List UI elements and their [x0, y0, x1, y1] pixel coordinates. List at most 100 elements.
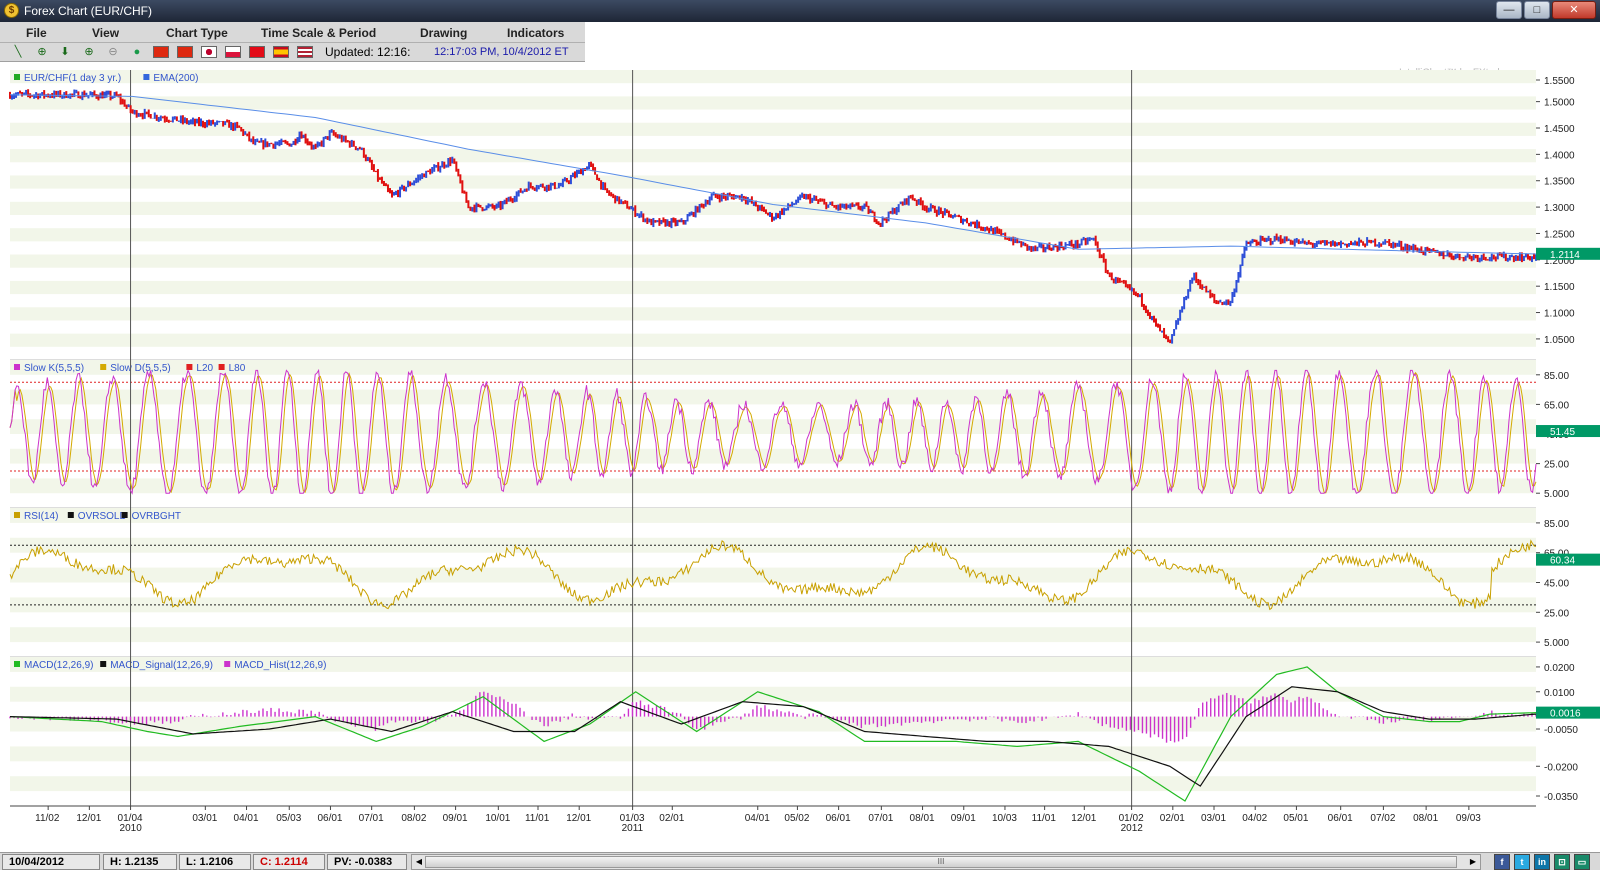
legend-swatch [218, 364, 225, 370]
grid-band [10, 70, 1536, 84]
legend-swatch [186, 364, 193, 370]
arrow-down-icon[interactable]: ⬇ [58, 45, 72, 59]
legend-swatch [224, 661, 231, 667]
x-tick-label: 10/03 [992, 813, 1017, 824]
x-tick-label: 05/02 [784, 813, 809, 824]
status-date: 10/04/2012 [2, 854, 100, 870]
legend-entry: RSI(14) [24, 511, 58, 522]
legend-entry: EUR/CHF(1 day 3 yr.) [24, 73, 121, 84]
y-tick-label: 5.000 [1544, 638, 1569, 649]
grid-band [10, 201, 1536, 215]
menu-time-scale[interactable]: Time Scale & Period [261, 26, 376, 40]
zoom-in-icon[interactable]: ⊕ [82, 45, 96, 59]
y-tick-label: -0.0200 [1544, 762, 1578, 773]
status-low: L: 1.2106 [179, 854, 251, 870]
scroll-right-icon[interactable]: ▶ [1466, 855, 1480, 869]
grid-band [10, 149, 1536, 163]
flag-turkey-icon[interactable] [249, 46, 265, 58]
status-bar: 10/04/2012 H: 1.2135 L: 1.2106 C: 1.2114… [0, 852, 1600, 870]
x-tick-label: 11/02 [35, 813, 60, 824]
y-tick-label: 85.00 [1544, 371, 1569, 382]
flag-japan-icon[interactable] [201, 46, 217, 58]
x-year-label: 2012 [1121, 823, 1144, 834]
y-tick-label: 25.00 [1544, 460, 1569, 471]
status-close: C: 1.2114 [253, 854, 325, 870]
y-tick-label: 25.00 [1544, 608, 1569, 619]
line-tool-icon[interactable]: ╲ [11, 45, 25, 59]
flag-poland-icon[interactable] [225, 46, 241, 58]
x-tick-label: 11/01 [1032, 813, 1057, 824]
y-tick-label: 1.5500 [1544, 76, 1575, 87]
chart-canvas[interactable]: IntelliChart™ by FXtrek.com1.55001.50001… [0, 64, 1600, 854]
x-tick-label: 03/01 [1201, 813, 1226, 824]
flag-usa-icon[interactable] [297, 46, 313, 58]
y-tick-label: 1.4500 [1544, 124, 1575, 135]
timestamp: 12:17:03 PM, 10/4/2012 ET [434, 46, 569, 58]
legend-entry: OVRBGHT [132, 511, 181, 522]
y-tick-label: -0.0050 [1544, 725, 1578, 736]
legend-swatch [100, 661, 107, 667]
grid-band [10, 175, 1536, 189]
y-tick-label: 0.0100 [1544, 688, 1575, 699]
share-icon[interactable]: ⊡ [1554, 854, 1570, 870]
scroll-left-icon[interactable]: ◀ [412, 855, 426, 869]
globe-icon[interactable]: ● [130, 45, 144, 59]
flag-spain-icon[interactable] [273, 46, 289, 58]
legend-swatch [14, 512, 20, 518]
x-tick-label: 04/01 [745, 813, 770, 824]
x-tick-label: 10/01 [485, 813, 510, 824]
legend-entry: EMA(200) [153, 73, 198, 84]
window-title: Forex Chart (EUR/CHF) [24, 4, 153, 18]
price-last-label: 1.2114 [1550, 250, 1580, 261]
legend-swatch [14, 74, 20, 80]
linkedin-icon[interactable]: in [1534, 854, 1550, 870]
legend-swatch [67, 512, 74, 518]
minimize-button[interactable]: — [1496, 1, 1522, 19]
flag-china-icon[interactable] [153, 46, 169, 58]
facebook-icon[interactable]: f [1494, 854, 1510, 870]
close-button[interactable]: ✕ [1552, 1, 1596, 19]
grid-band [10, 567, 1536, 583]
menu-chart-type[interactable]: Chart Type [166, 26, 228, 40]
fxtrek-coin-icon: $ [4, 3, 19, 18]
menu-bar: File View Chart Type Time Scale & Period… [0, 22, 585, 43]
legend-swatch [143, 74, 150, 80]
y-tick-label: 85.00 [1544, 519, 1569, 530]
flag-hong-kong-icon[interactable] [177, 46, 193, 58]
x-tick-label: 08/01 [910, 813, 935, 824]
legend-entry: MACD_Hist(12,26,9) [234, 660, 326, 671]
x-tick-label: 12/01 [76, 813, 101, 824]
x-tick-label: 08/02 [401, 813, 426, 824]
grid-band [10, 96, 1536, 110]
zoom-out-icon[interactable]: ⊖ [106, 45, 120, 59]
x-tick-label: 04/02 [1242, 813, 1267, 824]
menu-view[interactable]: View [92, 26, 119, 40]
y-tick-label: 1.2500 [1544, 229, 1575, 240]
menu-indicators[interactable]: Indicators [507, 26, 564, 40]
status-pv: PV: -0.0383 [327, 854, 407, 870]
toolbar: ╲ ⊕ ⬇ ⊕ ⊖ ● Updated: 12:16: 12:17:03 PM,… [0, 43, 585, 62]
grid-band [10, 228, 1536, 242]
window-icon[interactable]: ▭ [1574, 854, 1590, 870]
crosshair-icon[interactable]: ⊕ [35, 45, 49, 59]
x-year-label: 2010 [120, 823, 143, 834]
horizontal-scrollbar[interactable]: ◀ III ▶ [411, 854, 1481, 870]
menu-drawing[interactable]: Drawing [420, 26, 467, 40]
grid-band [10, 254, 1536, 268]
legend-entry: L80 [229, 363, 246, 374]
chart-area[interactable]: IntelliChart™ by FXtrek.com1.55001.50001… [0, 64, 1600, 854]
x-tick-label: 03/01 [192, 813, 217, 824]
x-tick-label: 02/01 [1160, 813, 1185, 824]
x-tick-label: 12/01 [1071, 813, 1096, 824]
x-tick-label: 05/01 [1283, 813, 1308, 824]
y-tick-label: 1.5000 [1544, 98, 1575, 109]
grid-band [10, 776, 1536, 792]
menu-file[interactable]: File [26, 26, 47, 40]
legend-entry: L20 [196, 363, 213, 374]
scroll-thumb[interactable]: III [425, 856, 1457, 868]
maximize-button[interactable]: □ [1524, 1, 1550, 19]
twitter-icon[interactable]: t [1514, 854, 1530, 870]
legend-swatch [121, 512, 128, 518]
x-tick-label: 07/02 [1370, 813, 1395, 824]
legend-entry: OVRSOLD [78, 511, 127, 522]
